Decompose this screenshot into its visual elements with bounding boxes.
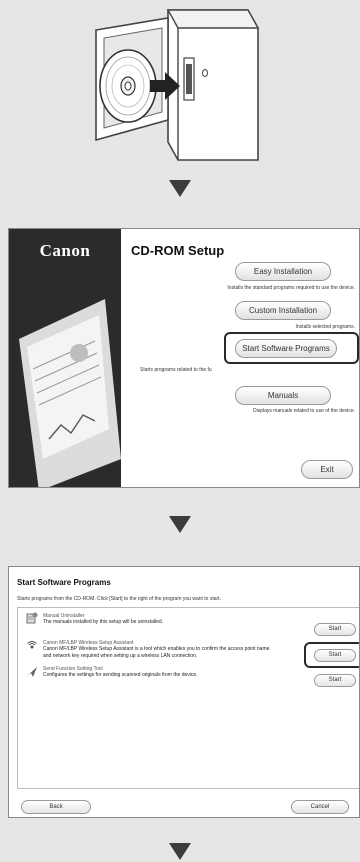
start-wireless-assistant-button[interactable]: Start xyxy=(314,649,356,662)
setup-title: CD-ROM Setup xyxy=(131,243,225,258)
start-software-programs-window: Start Software Programs Starts programs … xyxy=(8,566,360,818)
list-item-description: and network key required when setting up… xyxy=(43,653,198,659)
send-tool-icon xyxy=(27,667,37,677)
custom-installation-button[interactable]: Custom Installation xyxy=(235,301,331,320)
programs-window-title: Start Software Programs xyxy=(17,578,111,587)
exit-button[interactable]: Exit xyxy=(301,460,353,479)
custom-installation-description: Installs selected programs. xyxy=(295,324,355,330)
cd-rom-setup-window: Canon CD-ROM Setup Easy Installation Ins… xyxy=(8,228,360,488)
start-send-tool-button[interactable]: Start xyxy=(314,674,356,687)
easy-installation-description: Installs the standard programs required … xyxy=(227,285,355,291)
wireless-icon xyxy=(27,641,37,649)
list-item-description: Configures the settings for sending scan… xyxy=(43,672,198,678)
back-button[interactable]: Back xyxy=(21,800,91,814)
down-arrow-icon xyxy=(169,180,191,197)
manuals-description: Displays manuals related to use of the d… xyxy=(253,408,355,414)
easy-installation-button[interactable]: Easy Installation xyxy=(235,262,331,281)
list-item-description: The manuals installed by this setup will… xyxy=(43,619,164,625)
list-item-description: Canon MF/LBP Wireless Setup Assistant is… xyxy=(43,646,270,652)
start-uninstaller-button[interactable]: Start xyxy=(314,623,356,636)
setup-side-banner: Canon xyxy=(9,229,121,487)
down-arrow-icon xyxy=(169,516,191,533)
programs-window-subtitle: Starts programs from the CD-ROM. Click [… xyxy=(17,596,221,602)
start-software-description: Starts programs related to the fu xyxy=(140,367,212,373)
manuals-button[interactable]: Manuals xyxy=(235,386,331,405)
uninstaller-icon xyxy=(26,612,38,624)
down-arrow-icon xyxy=(169,843,191,860)
start-software-programs-button[interactable]: Start Software Programs xyxy=(235,339,337,358)
cancel-button[interactable]: Cancel xyxy=(291,800,349,814)
program-list: Manual Uninstaller The manuals installed… xyxy=(17,607,359,789)
insert-cd-illustration xyxy=(0,0,360,170)
